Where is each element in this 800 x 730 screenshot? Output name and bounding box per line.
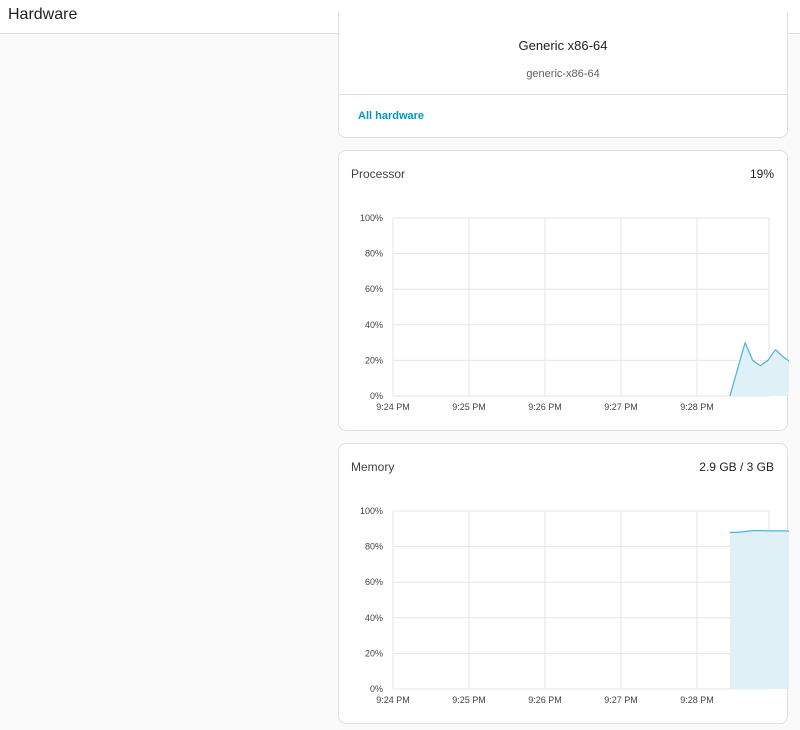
- card-divider: [339, 94, 787, 95]
- hardware-name: Generic x86-64: [518, 38, 608, 53]
- hardware-id: generic-x86-64: [526, 68, 600, 80]
- x-tick-label: 9:27 PM: [604, 402, 638, 412]
- y-tick-label: 100%: [360, 506, 383, 516]
- y-tick-label: 60%: [365, 284, 383, 294]
- all-hardware-link[interactable]: All hardware: [358, 110, 424, 122]
- y-tick-label: 20%: [365, 355, 383, 365]
- y-tick-label: 0%: [370, 391, 383, 401]
- series-area: [729, 342, 789, 396]
- series-area: [729, 530, 789, 689]
- x-tick-label: 9:27 PM: [604, 695, 638, 705]
- x-tick-label: 9:26 PM: [528, 695, 562, 705]
- memory-chart: 0% 20% 40% 60% 80% 100% 9:24 PM 9:25 PM 9:26 PM 9…: [360, 506, 789, 705]
- y-tick-label: 40%: [365, 320, 383, 330]
- processor-card: Processor 19% 0% 20% 40% 60% 80% 100% 9:24 PM 9…: [338, 150, 789, 431]
- memory-card: Memory 2.9 GB / 3 GB 0% 20% 40% 60% 80% 100% 9…: [338, 443, 789, 724]
- y-tick-label: 20%: [365, 648, 383, 658]
- processor-chart: 0% 20% 40% 60% 80% 100% 9:24 PM 9:25 PM 9:26 PM 9…: [360, 213, 789, 412]
- x-tick-label: 9:24 PM: [376, 695, 410, 705]
- y-tick-label: 40%: [365, 613, 383, 623]
- x-tick-label: 9:25 PM: [452, 402, 486, 412]
- x-tick-label: 9:28 PM: [680, 402, 714, 412]
- y-tick-label: 60%: [365, 577, 383, 587]
- x-tick-label: 9:24 PM: [376, 402, 410, 412]
- y-tick-label: 100%: [360, 213, 383, 223]
- y-tick-label: 0%: [370, 684, 383, 694]
- y-tick-label: 80%: [365, 249, 383, 259]
- page-title: Hardware: [8, 6, 78, 23]
- x-tick-label: 9:28 PM: [680, 695, 714, 705]
- x-tick-label: 9:25 PM: [452, 695, 486, 705]
- hardware-card: Generic x86-64 generic-x86-64 All hardwa…: [338, 12, 788, 138]
- y-tick-label: 80%: [365, 542, 383, 552]
- x-tick-label: 9:26 PM: [528, 402, 562, 412]
